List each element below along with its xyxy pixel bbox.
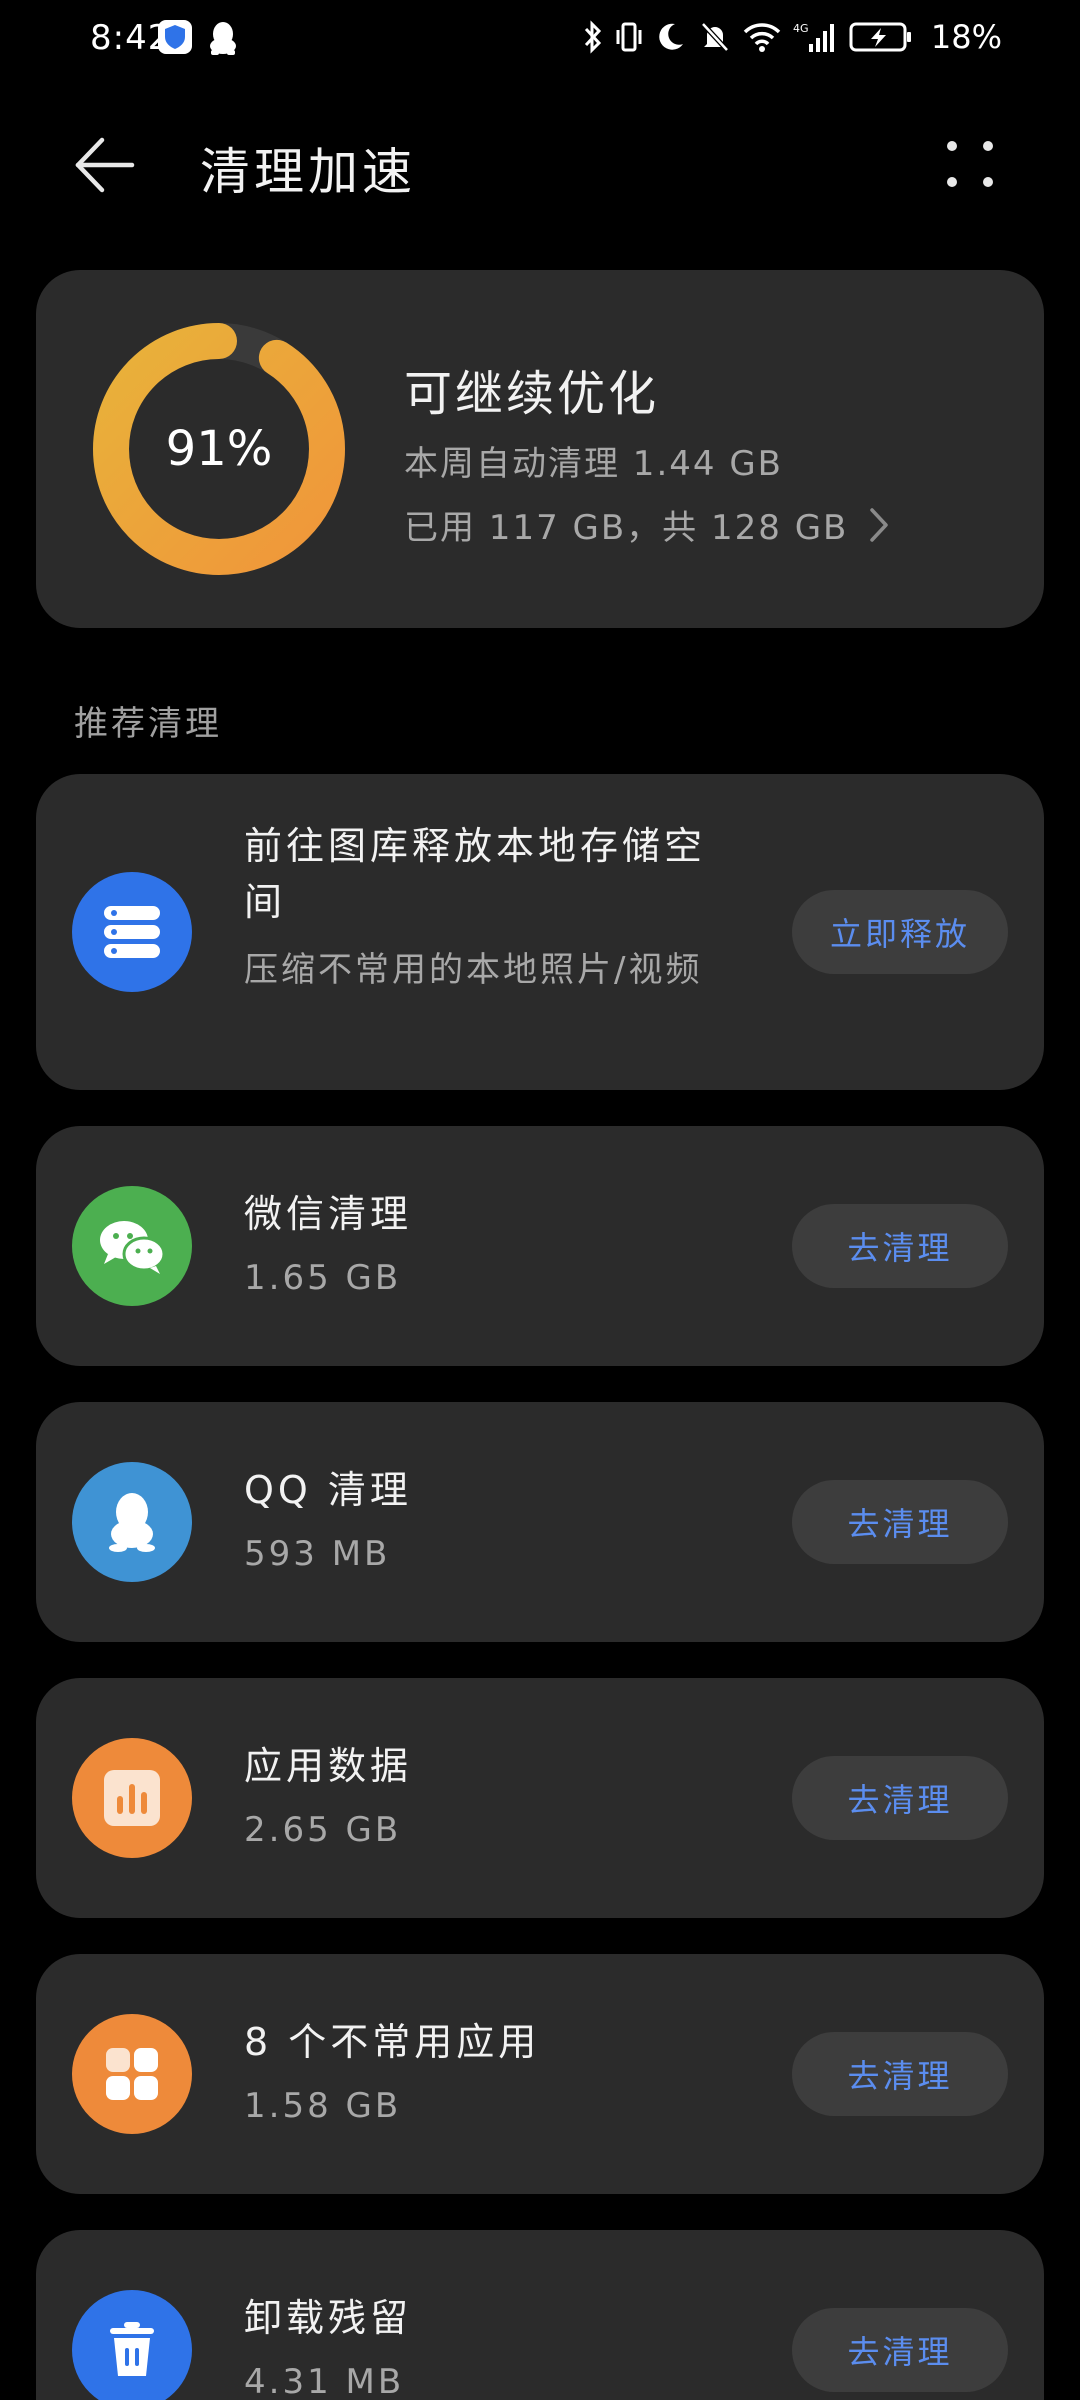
qq-penguin-icon (72, 1462, 192, 1582)
go-clean-button[interactable]: 去清理 (792, 1204, 1008, 1288)
storage-summary-card[interactable]: 91% 可继续优化 本周自动清理 1.44 GB 已用 117 GB，共 128… (36, 270, 1044, 628)
go-clean-button[interactable]: 去清理 (792, 1480, 1008, 1564)
security-shield-icon (158, 20, 192, 54)
item-subtitle: 1.58 GB (244, 2086, 402, 2126)
cellular-signal-icon: 4G (793, 22, 834, 52)
qq-notification-icon (206, 20, 240, 60)
status-system-icons: 4G 18% (583, 18, 1002, 56)
battery-charging-icon (849, 22, 911, 52)
release-now-button[interactable]: 立即释放 (792, 890, 1008, 974)
item-title: 卸载残留 (244, 2296, 413, 2340)
item-subtitle: 1.65 GB (244, 1258, 402, 1298)
battery-percent: 18% (930, 18, 1002, 56)
item-title: 前往图库释放本地存储空间 (244, 824, 707, 924)
more-options-button[interactable] (940, 134, 1000, 194)
item-qq-clean[interactable]: QQ 清理 593 MB 去清理 (36, 1402, 1044, 1642)
storage-usage-text: 已用 117 GB，共 128 GB (404, 508, 849, 548)
item-subtitle: 压缩不常用的本地照片/视频 (244, 950, 703, 990)
item-title: 应用数据 (244, 1744, 413, 1788)
back-button[interactable] (70, 130, 140, 200)
item-title: 微信清理 (244, 1192, 413, 1236)
wechat-icon (72, 1186, 192, 1306)
item-title: QQ 清理 (244, 1468, 412, 1512)
svg-text:4G: 4G (793, 22, 809, 35)
page-title: 清理加速 (200, 143, 416, 201)
item-title: 8 个不常用应用 (244, 2020, 541, 2064)
four-dots-icon (947, 141, 993, 187)
moon-icon (659, 23, 683, 50)
status-bar: 8:42 4G 18% (0, 0, 1080, 80)
section-label-recommended: 推荐清理 (74, 704, 222, 744)
item-subtitle: 2.65 GB (244, 1810, 402, 1850)
storage-usage-line: 已用 117 GB，共 128 GB (404, 500, 890, 549)
app-root: 8:42 4G 18% 清理加速 91% 可继续优化 本周自动清理 1.44 G… (0, 0, 1080, 2400)
header: 清理加速 (0, 110, 1080, 210)
item-unused-apps-clean[interactable]: 8 个不常用应用 1.58 GB 去清理 (36, 1954, 1044, 2194)
item-app-data-clean[interactable]: 应用数据 2.65 GB 去清理 (36, 1678, 1044, 1918)
item-wechat-clean[interactable]: 微信清理 1.65 GB 去清理 (36, 1126, 1044, 1366)
go-clean-button[interactable]: 去清理 (792, 2308, 1008, 2392)
summary-title: 可继续优化 (404, 366, 660, 422)
chevron-right-icon (870, 507, 889, 542)
item-uninstall-residue-clean[interactable]: 卸载残留 4.31 MB 去清理 (36, 2230, 1044, 2400)
status-notification-icons (158, 20, 240, 60)
go-clean-button[interactable]: 去清理 (792, 2032, 1008, 2116)
wifi-icon (743, 23, 781, 52)
go-clean-button[interactable]: 去清理 (792, 1756, 1008, 1840)
bluetooth-icon (584, 20, 601, 54)
item-gallery-release[interactable]: 前往图库释放本地存储空间 压缩不常用的本地照片/视频 立即释放 (36, 774, 1044, 1090)
storage-stack-icon (72, 872, 192, 992)
item-subtitle: 593 MB (244, 1534, 391, 1574)
weekly-auto-clean: 本周自动清理 1.44 GB (404, 444, 783, 484)
arrow-left-icon (75, 137, 135, 193)
usage-percent: 91% (165, 421, 273, 477)
bell-off-icon (701, 22, 729, 52)
item-subtitle: 4.31 MB (244, 2362, 405, 2400)
app-grid-icon (72, 2014, 192, 2134)
vibrate-icon (616, 22, 642, 52)
bar-chart-icon (72, 1738, 192, 1858)
trash-icon (72, 2290, 192, 2400)
